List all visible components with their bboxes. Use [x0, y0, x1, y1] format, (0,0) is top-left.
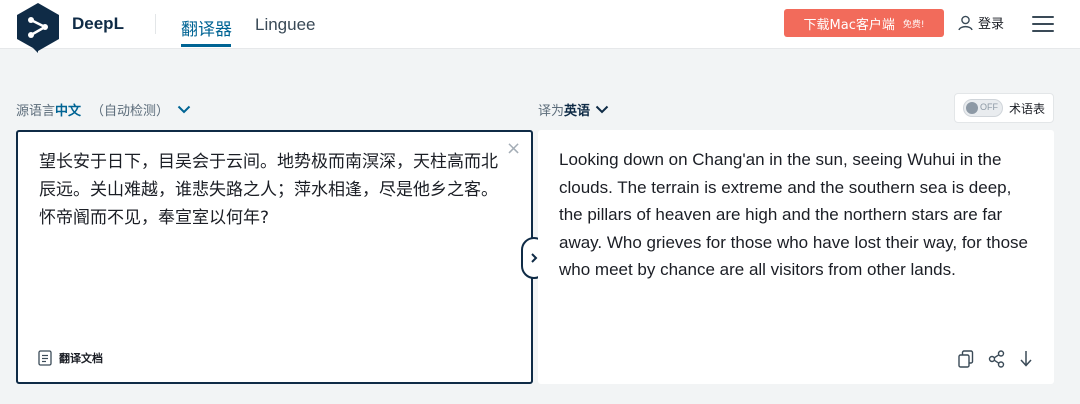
user-icon — [958, 15, 973, 30]
source-textarea[interactable]: 望长安于日下，目吴会于云间。地势极而南溟深，天柱高而北辰远。关山难越，谁悲失路之… — [39, 148, 509, 232]
target-language-selector[interactable]: 译为 英语 — [538, 100, 609, 119]
deepl-logo-icon[interactable] — [16, 2, 60, 54]
header-divider — [155, 14, 156, 34]
translation-actions — [958, 350, 1033, 368]
tab-linguee[interactable]: Linguee — [255, 15, 316, 35]
top-header: DeepL 翻译器 Linguee 下载Mac客户端 免费! 登录 — [0, 0, 1080, 53]
close-icon[interactable]: × — [506, 138, 521, 159]
login-label: 登录 — [978, 17, 1005, 32]
target-label-prefix: 译为 — [538, 104, 565, 119]
switch-knob — [966, 102, 978, 114]
download-icon[interactable] — [1019, 350, 1033, 368]
target-language: 英语 — [564, 104, 591, 119]
download-button-label: 下载Mac客户端 — [803, 17, 895, 33]
share-icon[interactable] — [988, 350, 1005, 368]
glossary-switch[interactable]: OFF — [963, 99, 1003, 117]
free-badge: 免费! — [902, 19, 925, 30]
tab-translator[interactable]: 翻译器 — [181, 15, 232, 40]
download-mac-client-button[interactable]: 下载Mac客户端 免费! — [784, 9, 944, 37]
hamburger-menu-icon[interactable] — [1032, 16, 1054, 32]
source-text-panel: 望长安于日下，目吴会于云间。地势极而南溟深，天柱高而北辰远。关山难越，谁悲失路之… — [16, 130, 533, 384]
glossary-label: 术语表 — [1009, 101, 1046, 116]
auto-detect-label: （自动检测） — [91, 104, 170, 119]
translate-document-label: 翻译文档 — [59, 352, 103, 365]
copy-icon[interactable] — [958, 350, 974, 368]
source-language-selector[interactable]: 源语言 中文 （自动检测） — [16, 100, 191, 119]
translate-document-button[interactable]: 翻译文档 — [38, 350, 103, 366]
source-language: 中文 — [55, 104, 82, 119]
chevron-down-icon — [177, 105, 191, 114]
chevron-right-icon — [531, 253, 538, 263]
active-tab-indicator — [181, 44, 231, 47]
brand-name[interactable]: DeepL — [72, 14, 124, 34]
glossary-toggle[interactable]: OFF 术语表 — [954, 93, 1054, 123]
switch-state: OFF — [980, 102, 998, 112]
target-text-panel: Looking down on Chang'an in the sun, see… — [538, 130, 1054, 384]
chevron-down-icon — [595, 105, 609, 114]
translation-output: Looking down on Chang'an in the sun, see… — [559, 150, 1028, 280]
login-link[interactable]: 登录 — [958, 13, 1004, 32]
document-icon — [38, 350, 52, 366]
source-label-prefix: 源语言 — [16, 104, 56, 119]
